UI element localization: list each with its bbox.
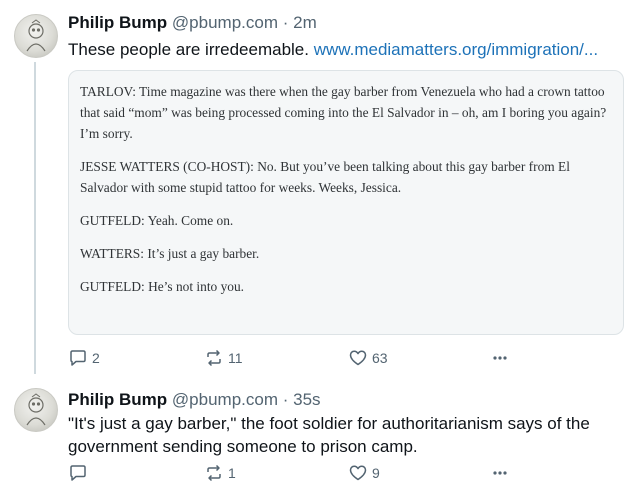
post-header: Philip Bump @pbump.com · 35s	[68, 389, 321, 411]
repost-arrows-icon	[207, 464, 221, 482]
heart-icon	[349, 350, 367, 366]
like-button[interactable]: 9	[348, 462, 380, 484]
post-header: Philip Bump @pbump.com · 2m	[68, 12, 317, 34]
avatar[interactable]	[14, 14, 58, 58]
heart-icon	[349, 465, 367, 481]
author-name[interactable]: Philip Bump	[68, 390, 167, 409]
separator: ·	[282, 390, 289, 409]
action-bar: 1 9	[68, 462, 624, 484]
more-options-button[interactable]	[490, 462, 510, 484]
timestamp[interactable]: 35s	[293, 390, 320, 409]
ellipsis-icon	[493, 356, 507, 360]
avatar[interactable]	[14, 388, 58, 432]
quote-paragraph: GUTFELD: He’s not into you.	[80, 279, 245, 294]
speech-bubble-icon	[70, 350, 86, 366]
quote-excerpt: TARLOV: Time magazine was there when the…	[68, 70, 624, 335]
avatar-image	[26, 19, 46, 52]
like-count: 63	[372, 350, 388, 366]
repost-button[interactable]: 1	[204, 462, 236, 484]
repost-arrows-icon	[207, 349, 221, 367]
quote-paragraph: WATTERS: It’s just a gay barber.	[80, 246, 260, 261]
reply-button[interactable]: 2	[68, 347, 100, 369]
separator: ·	[282, 13, 289, 32]
author-handle[interactable]: @pbump.com	[172, 390, 278, 409]
repost-count: 1	[228, 465, 236, 481]
like-count: 9	[372, 465, 380, 481]
post-link[interactable]: www.mediamatters.org/immigration/...	[314, 40, 598, 59]
like-button[interactable]: 63	[348, 347, 388, 369]
quote-paragraph: GUTFELD: Yeah. Come on.	[80, 213, 234, 228]
post-text-body: These people are irredeemable.	[68, 40, 309, 59]
more-options-button[interactable]	[490, 347, 510, 369]
author-name[interactable]: Philip Bump	[68, 13, 167, 32]
quote-paragraph: TARLOV: Time magazine was there when the…	[80, 84, 607, 141]
repost-count: 11	[228, 350, 243, 366]
author-handle[interactable]: @pbump.com	[172, 13, 278, 32]
speech-bubble-icon	[70, 465, 86, 481]
ellipsis-icon	[493, 471, 507, 475]
post-text: These people are irredeemable. www.media…	[68, 38, 628, 61]
quote-paragraph: JESSE WATTERS (CO-HOST): No. But you’ve …	[80, 159, 570, 195]
reply-button[interactable]	[68, 462, 92, 484]
timestamp[interactable]: 2m	[293, 13, 317, 32]
thread-line	[34, 62, 36, 374]
repost-button[interactable]: 11	[204, 347, 243, 369]
reply-count: 2	[92, 350, 100, 366]
avatar-image	[26, 393, 46, 426]
post-text: "It's just a gay barber," the foot soldi…	[68, 414, 590, 456]
action-bar: 2 11 63	[68, 347, 624, 369]
post[interactable]: Philip Bump @pbump.com · 2m These people…	[0, 0, 640, 374]
